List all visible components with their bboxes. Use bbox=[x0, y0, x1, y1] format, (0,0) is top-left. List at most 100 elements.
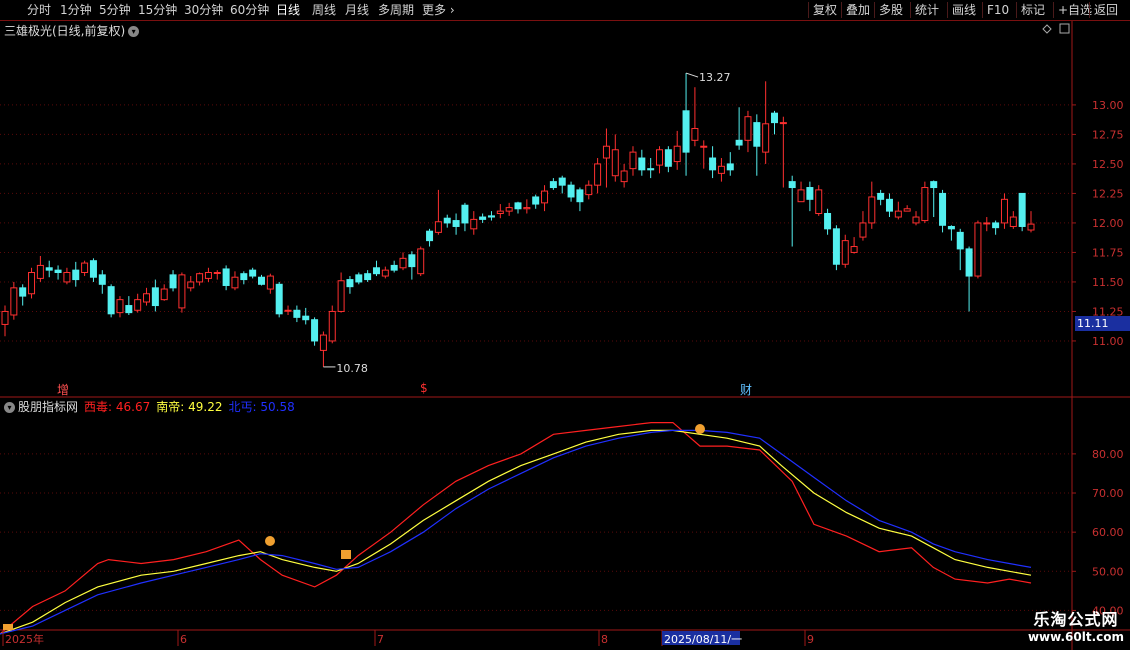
candle-body bbox=[859, 222, 867, 238]
candle-body bbox=[726, 163, 734, 171]
candle-body bbox=[143, 293, 151, 303]
legend-beigai: 北丐: 50.58 bbox=[228, 400, 295, 414]
y-tick-label: 80.00 bbox=[1092, 448, 1124, 461]
candle-body bbox=[735, 139, 743, 146]
candle-body bbox=[346, 279, 354, 288]
toolbar-action-3[interactable]: 统计 bbox=[910, 2, 939, 18]
period-1[interactable]: 1分钟 bbox=[60, 2, 92, 18]
candle-body bbox=[258, 276, 265, 285]
x-tick-label: 9 bbox=[807, 633, 814, 646]
candle-body bbox=[372, 267, 380, 275]
candle-body bbox=[81, 262, 89, 274]
candle-body bbox=[452, 220, 460, 227]
candle-body bbox=[850, 246, 858, 253]
candle-body bbox=[10, 287, 18, 316]
candle-body bbox=[558, 177, 566, 186]
grid-lines bbox=[0, 21, 1130, 650]
candle-body bbox=[788, 181, 796, 189]
current-price-tag: 11.11 bbox=[1075, 316, 1130, 331]
x-tick-label: 2025/08/11/一 bbox=[664, 633, 742, 646]
candle-body bbox=[930, 181, 938, 189]
signal-dot-icon bbox=[265, 536, 275, 546]
toolbar-action-7[interactable]: +自选 bbox=[1053, 2, 1092, 18]
candle-body bbox=[213, 272, 221, 275]
signal-box-icon bbox=[3, 624, 13, 630]
toolbar-action-4[interactable]: 画线 bbox=[947, 2, 976, 18]
marker-dollar: $ bbox=[420, 381, 428, 395]
annotation-arrow bbox=[685, 72, 699, 78]
period-8[interactable]: 月线 bbox=[345, 2, 369, 18]
candle-body bbox=[797, 189, 805, 203]
candle-body bbox=[523, 207, 531, 210]
candle-body bbox=[98, 274, 106, 285]
candle-body bbox=[753, 122, 761, 147]
candle-body bbox=[134, 299, 142, 311]
panel-toggle-icon bbox=[1059, 23, 1070, 34]
indicator-title-row: ▾ 股朋指标网 西毒: 46.67 南帝: 49.22 北丐: 50.58 bbox=[4, 398, 301, 415]
period-7[interactable]: 周线 bbox=[312, 2, 336, 18]
candle-body bbox=[868, 196, 876, 224]
candle-body bbox=[461, 204, 469, 224]
y-tick-label: 50.00 bbox=[1092, 565, 1124, 578]
toolbar-action-2[interactable]: 多股 bbox=[874, 2, 903, 18]
toolbar-action-5[interactable]: F10 bbox=[982, 2, 1009, 18]
period-5[interactable]: 60分钟 bbox=[230, 2, 269, 18]
main-chart-title: 三雄极光(日线,前复权) ▾ bbox=[4, 22, 140, 39]
candle-body bbox=[36, 264, 44, 279]
candle-body bbox=[107, 286, 115, 315]
y-tick-label: 11.50 bbox=[1092, 276, 1124, 289]
candle-body bbox=[222, 268, 230, 286]
candle-body bbox=[169, 274, 177, 289]
y-tick-label: 11.00 bbox=[1092, 335, 1124, 348]
chevron-down-icon[interactable]: ▾ bbox=[128, 26, 140, 37]
candle-body bbox=[328, 310, 336, 342]
candle-body bbox=[620, 170, 628, 183]
candle-body bbox=[514, 202, 522, 210]
period-10[interactable]: 更多 › bbox=[422, 2, 455, 18]
toolbar-action-6[interactable]: 标记 bbox=[1016, 2, 1045, 18]
y-tick-label: 11.75 bbox=[1092, 246, 1124, 259]
candle-body bbox=[549, 181, 557, 189]
candle-body bbox=[947, 225, 955, 230]
period-9[interactable]: 多周期 bbox=[378, 2, 414, 18]
candle-body bbox=[266, 275, 274, 290]
period-6[interactable]: 日线 bbox=[276, 2, 300, 18]
candle-body bbox=[939, 192, 947, 226]
period-4[interactable]: 30分钟 bbox=[184, 2, 223, 18]
candle-body bbox=[576, 189, 584, 203]
candle-body bbox=[709, 157, 717, 171]
axes: 13.0012.7512.5012.2512.0011.7511.5011.25… bbox=[2, 23, 1124, 646]
chevron-down-icon[interactable]: ▾ bbox=[4, 402, 15, 413]
candle-body bbox=[974, 222, 982, 277]
period-3[interactable]: 15分钟 bbox=[138, 2, 177, 18]
candle-body bbox=[885, 198, 893, 212]
candle-body bbox=[594, 163, 602, 186]
x-tick-label: 2025年 bbox=[5, 632, 44, 646]
candle-body bbox=[319, 334, 327, 351]
candle-body bbox=[779, 122, 787, 125]
candle-body bbox=[240, 273, 248, 281]
y-tick-label: 12.25 bbox=[1092, 187, 1124, 200]
candle-body bbox=[585, 184, 593, 196]
candle-body bbox=[656, 149, 664, 166]
diamond-icon bbox=[1042, 24, 1052, 34]
candle-body bbox=[717, 165, 725, 174]
toolbar-action-1[interactable]: 叠加 bbox=[841, 2, 870, 18]
candle-body bbox=[815, 189, 823, 214]
candle-body bbox=[293, 309, 301, 318]
candle-body bbox=[700, 145, 708, 148]
annotation-label: 10.78 bbox=[336, 362, 368, 375]
toolbar-action-8[interactable]: 返回 bbox=[1089, 2, 1118, 18]
toolbar-action-0[interactable]: 复权 bbox=[808, 2, 837, 18]
candle-body bbox=[160, 288, 168, 301]
period-2[interactable]: 5分钟 bbox=[99, 2, 131, 18]
candle-body bbox=[275, 283, 283, 315]
period-0[interactable]: 分时 bbox=[27, 2, 51, 18]
period-toolbar: 分时 1分钟 5分钟 15分钟 30分钟 60分钟 日线 周线 月线 多周期 更多 › 复权 叠加 多股统… bbox=[0, 0, 1130, 21]
candle-body bbox=[638, 157, 646, 171]
legend-nandi: 南帝: 49.22 bbox=[156, 400, 223, 414]
candle-body bbox=[532, 196, 540, 205]
candle-body bbox=[355, 274, 363, 283]
stock-title-label: 三雄极光(日线,前复权) bbox=[4, 24, 126, 38]
candle-body bbox=[364, 273, 372, 281]
